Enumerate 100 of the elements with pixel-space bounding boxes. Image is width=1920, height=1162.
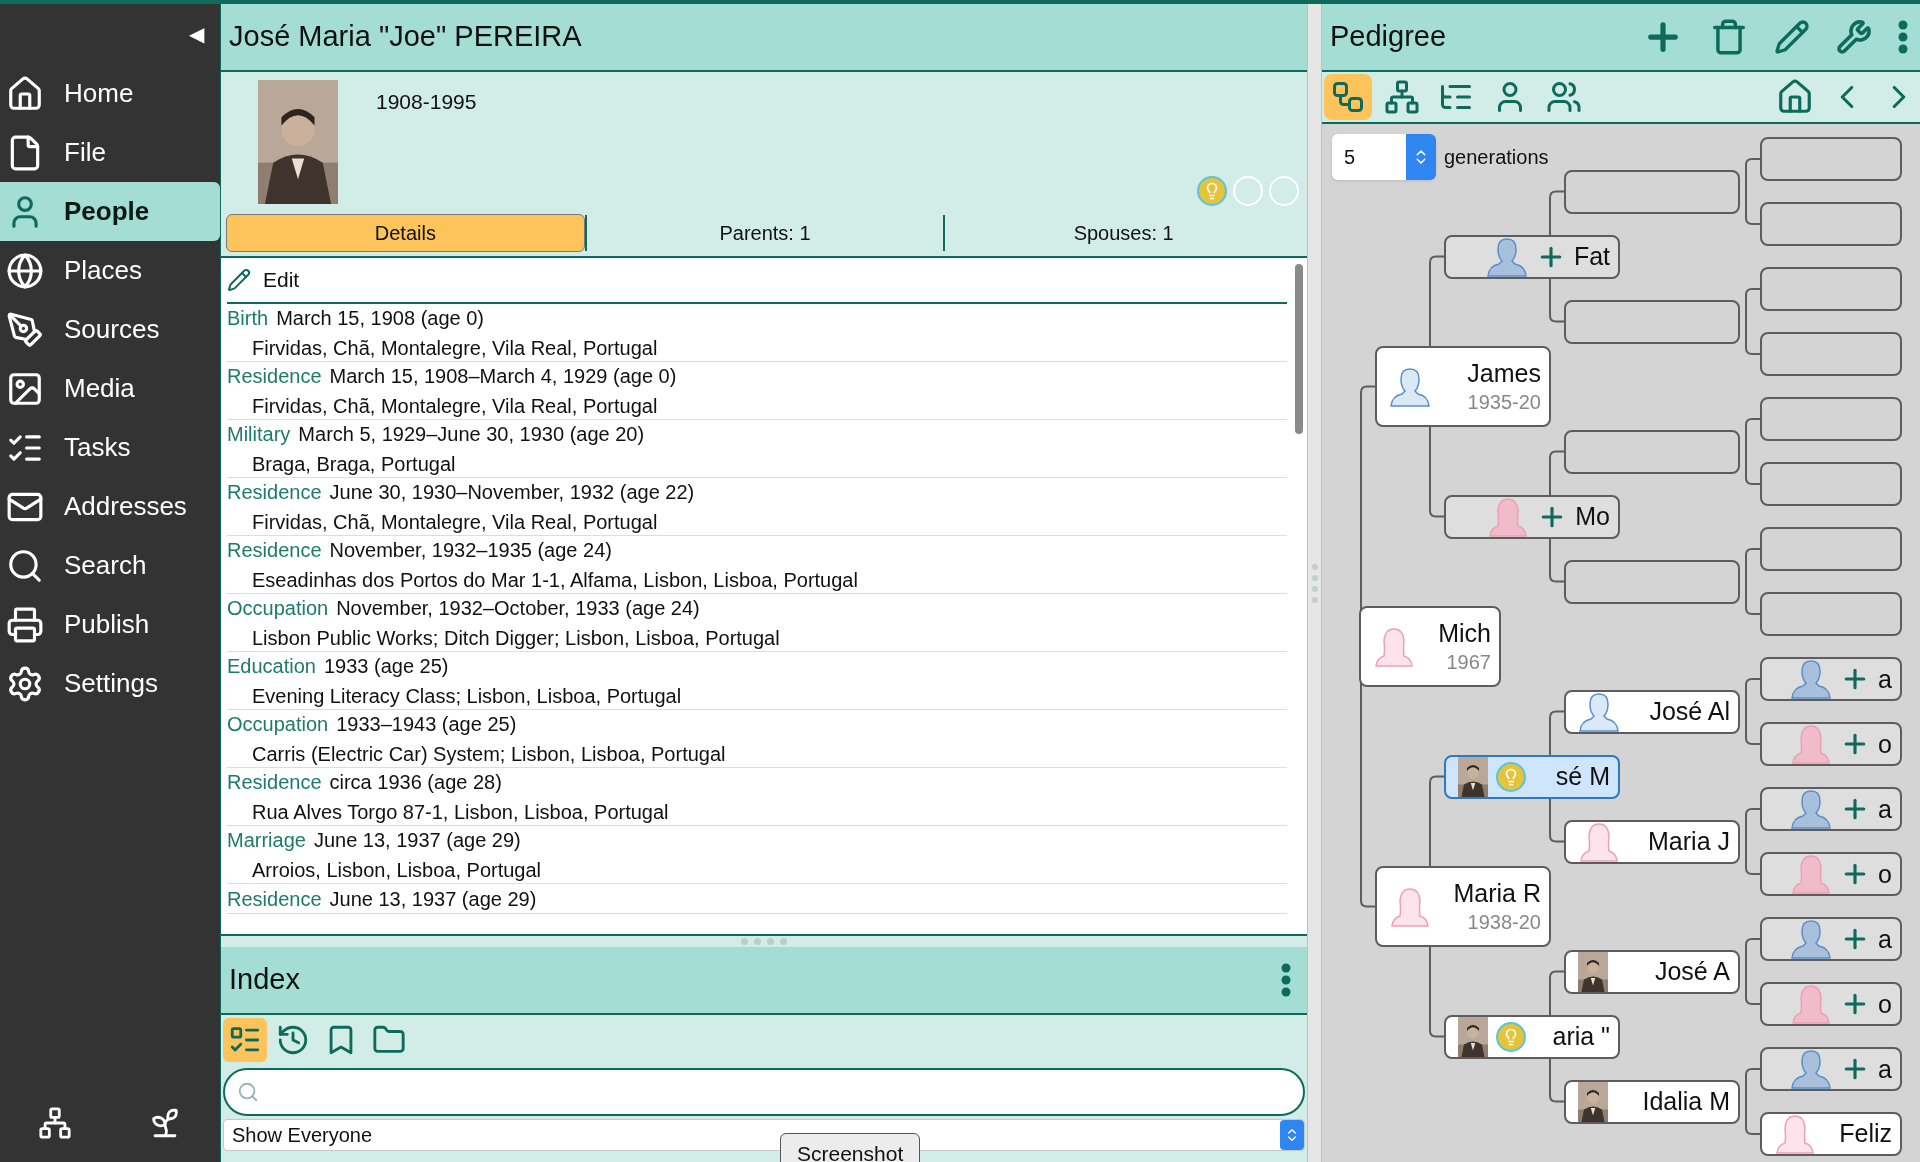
node-name: Feliz: [1839, 1118, 1892, 1150]
person-node[interactable]: aria ": [1444, 1014, 1620, 1059]
event-date: November, 1932–October, 1933 (age 24): [336, 595, 700, 621]
node-name: Maria J: [1648, 825, 1730, 857]
panel-title: Pedigree: [1330, 19, 1448, 55]
person-node[interactable]: José A: [1564, 949, 1740, 994]
collapse-button[interactable]: ◀: [189, 19, 204, 49]
empty-person-slot[interactable]: [1760, 527, 1902, 571]
generations-label: generations: [1444, 145, 1549, 170]
person-node[interactable]: sé M: [1444, 754, 1620, 799]
add-person-node[interactable]: a: [1760, 1047, 1902, 1091]
add-person-node[interactable]: o: [1760, 852, 1902, 896]
empty-person-slot[interactable]: [1760, 462, 1902, 506]
chart-icon: [1330, 79, 1366, 115]
person-node[interactable]: José Al: [1564, 689, 1740, 734]
empty-person-slot[interactable]: [1760, 267, 1902, 311]
event-type: Occupation: [227, 595, 329, 621]
node-name: a: [1878, 666, 1892, 692]
empty-person-slot[interactable]: [1760, 397, 1902, 441]
trash-icon: [1710, 18, 1748, 56]
event-place: Firvidas, Chã, Montalegre, Vila Real, Portugal: [252, 393, 659, 419]
node-name: a: [1878, 1056, 1892, 1082]
add-person-node[interactable]: Mo: [1444, 494, 1620, 539]
more-button[interactable]: [1281, 963, 1291, 997]
add-person-node[interactable]: a: [1760, 657, 1902, 701]
event-place: Evening Literacy Class; Lisbon, Lisboa, Portugal: [252, 683, 683, 709]
home-button[interactable]: [1776, 78, 1814, 116]
tree-icon: [38, 1106, 72, 1140]
event-type: Military: [227, 421, 291, 447]
add-person-node[interactable]: o: [1760, 982, 1902, 1026]
tree-button[interactable]: [38, 1106, 72, 1140]
node-name: James: [1467, 358, 1541, 390]
tools-button[interactable]: [1836, 19, 1872, 55]
search-icon: [237, 1081, 259, 1103]
event-type: Residence: [227, 886, 322, 912]
empty-person-slot[interactable]: [1760, 592, 1902, 636]
add-person-node[interactable]: Fat: [1444, 234, 1620, 279]
detail-tab[interactable]: Spouses: 1: [945, 214, 1302, 252]
event-type: Marriage: [227, 827, 306, 853]
empty-person-slot[interactable]: [1564, 559, 1740, 604]
node-name: o: [1878, 861, 1892, 887]
sidebar-item[interactable]: Publish: [0, 595, 220, 654]
node-dates: 1935-20: [1467, 389, 1541, 415]
sidebar-item[interactable]: Tasks: [0, 418, 220, 477]
node-name: sé M: [1555, 760, 1610, 792]
empty-person-slot[interactable]: [1760, 202, 1902, 246]
resize-handle[interactable]: [1311, 563, 1318, 603]
pen-icon: [6, 310, 44, 349]
globe-icon: [6, 251, 44, 290]
sidebar-item[interactable]: Addresses: [0, 477, 220, 536]
node-name: Fat: [1573, 244, 1610, 269]
sidebar-item[interactable]: People: [0, 182, 220, 241]
more-icon: [1898, 20, 1908, 54]
node-name: aria ": [1552, 1020, 1610, 1052]
person-node[interactable]: Idalia M: [1564, 1079, 1740, 1124]
network-icon: [1384, 79, 1420, 115]
event-place: Firvidas, Chã, Montalegre, Vila Real, Portugal: [252, 335, 659, 361]
person-node[interactable]: James 1935-20: [1375, 346, 1551, 427]
add-person-node[interactable]: o: [1760, 722, 1902, 766]
list-tab[interactable]: [223, 1018, 267, 1062]
add-person-node[interactable]: a: [1760, 917, 1902, 961]
resize-handle[interactable]: [741, 938, 787, 945]
person-node[interactable]: Maria J: [1564, 819, 1740, 864]
event-place: Carris (Electric Car) System; Lisbon, Lisboa, Portugal: [252, 741, 727, 767]
scrollbar-thumb[interactable]: [1295, 264, 1303, 434]
empty-person-slot[interactable]: [1564, 429, 1740, 474]
connector-line: [1745, 548, 1761, 615]
node-name: Mich: [1438, 618, 1491, 650]
person-node[interactable]: Maria R 1938-20: [1375, 866, 1551, 947]
sidebar-item[interactable]: Media: [0, 359, 220, 418]
event-type: Education: [227, 653, 316, 679]
sidebar-item[interactable]: Home: [0, 64, 220, 123]
sidebar-item[interactable]: Sources: [0, 300, 220, 359]
delete-button[interactable]: [1710, 18, 1748, 56]
edit-button[interactable]: [1774, 19, 1810, 55]
add-person-node[interactable]: a: [1760, 787, 1902, 831]
node-dates: 1938-20: [1467, 909, 1541, 935]
empty-person-slot[interactable]: [1760, 332, 1902, 376]
pedigree-view-tab[interactable]: [1324, 74, 1372, 120]
sidebar-item[interactable]: File: [0, 123, 220, 182]
sidebar-item[interactable]: Search: [0, 536, 220, 595]
search-field[interactable]: [223, 1068, 1305, 1116]
empty-person-slot[interactable]: [1760, 137, 1902, 181]
node-name: Maria R: [1453, 878, 1541, 910]
node-name: o: [1878, 731, 1892, 757]
empty-person-slot[interactable]: [1564, 169, 1740, 214]
sidebar-item[interactable]: Places: [0, 241, 220, 300]
edit-button[interactable]: Edit: [227, 264, 300, 296]
settings-icon: [6, 664, 44, 703]
person-node[interactable]: Feliz: [1760, 1112, 1902, 1156]
pencil-icon: [1774, 19, 1810, 55]
sidebar-item[interactable]: Settings: [0, 654, 220, 713]
empty-person-slot[interactable]: [1564, 299, 1740, 344]
event-type: Occupation: [227, 711, 329, 737]
detail-tab[interactable]: Parents: 1: [586, 214, 944, 252]
person-node[interactable]: Mich 1967: [1359, 606, 1501, 687]
history-icon: [276, 1023, 310, 1057]
connector-line: [1745, 808, 1761, 875]
detail-tab[interactable]: Details: [226, 214, 585, 252]
panel-title: Index: [229, 962, 301, 998]
